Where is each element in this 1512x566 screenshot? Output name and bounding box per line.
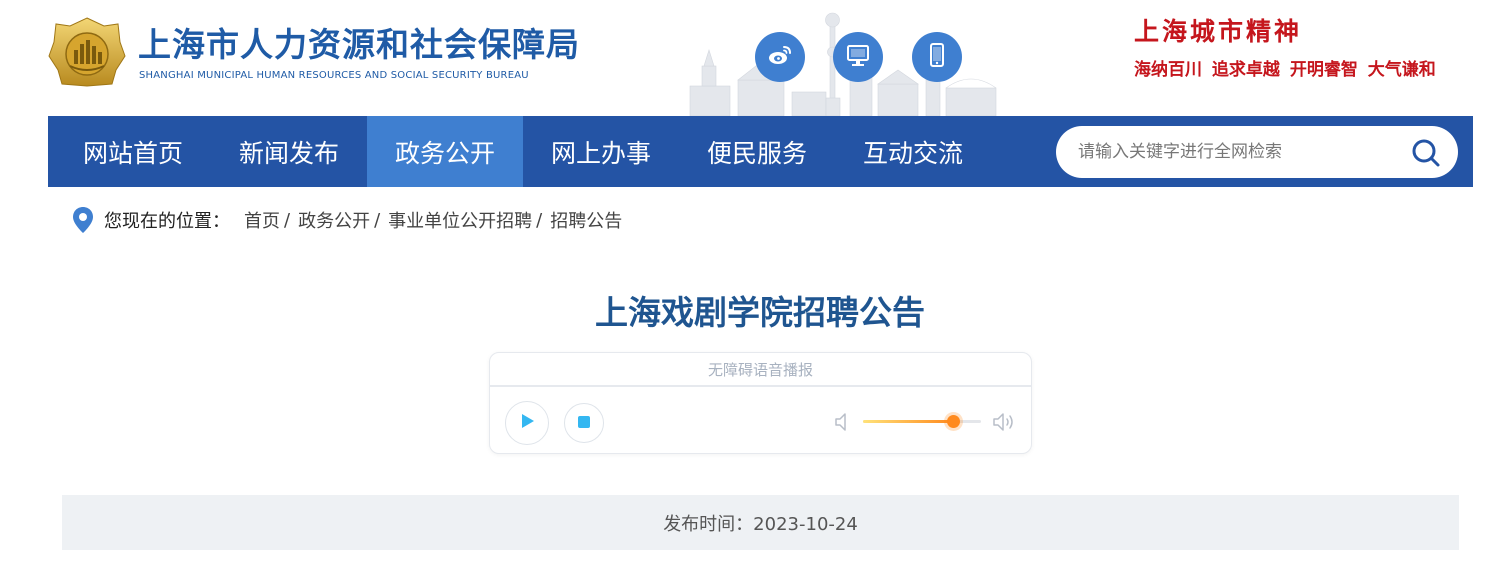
site-subtitle: SHANGHAI MUNICIPAL HUMAN RESOURCES AND S… <box>139 70 529 81</box>
mobile-icon <box>923 41 951 73</box>
nav-item-public-services[interactable]: 便民服务 <box>679 116 835 187</box>
search-input[interactable] <box>1078 138 1388 166</box>
volume-low-icon[interactable] <box>833 411 853 433</box>
breadcrumb-government-affairs[interactable]: 政务公开 <box>298 207 370 233</box>
stop-button[interactable] <box>564 403 604 443</box>
play-button[interactable] <box>505 401 549 445</box>
breadcrumb-separator: / <box>536 209 543 231</box>
weibo-button[interactable] <box>755 32 805 82</box>
article-title-wrap: 上海戏剧学院招聘公告 <box>0 286 1512 334</box>
mobile-button[interactable] <box>912 32 962 82</box>
breadcrumb-separator: / <box>374 209 381 231</box>
nav-item-online-services[interactable]: 网上办事 <box>523 116 679 187</box>
site-title: 上海市人力资源和社会保障局 <box>138 25 580 64</box>
nav-item-interaction[interactable]: 互动交流 <box>835 116 991 187</box>
volume-fill <box>863 420 953 423</box>
breadcrumb-current[interactable]: 招聘公告 <box>550 207 622 233</box>
audio-player: 无障碍语音播报 <box>489 352 1032 454</box>
location-pin-icon <box>72 206 94 234</box>
desktop-icon <box>844 41 872 73</box>
breadcrumb-recruitment[interactable]: 事业单位公开招聘 <box>388 207 532 233</box>
search-button[interactable] <box>1410 137 1442 169</box>
breadcrumb-separator: / <box>284 209 291 231</box>
publish-info: 发布时间：2023-10-24 <box>62 495 1459 550</box>
volume-slider[interactable] <box>863 415 981 428</box>
nav-item-government-affairs[interactable]: 政务公开 <box>367 116 523 187</box>
publish-date: 发布时间：2023-10-24 <box>663 513 858 535</box>
stop-icon <box>577 414 591 433</box>
site-header: 上海市人力资源和社会保障局 SHANGHAI MUNICIPAL HUMAN R… <box>0 0 1512 117</box>
weibo-icon <box>766 41 794 73</box>
search-box <box>1056 126 1458 178</box>
nav-item-home[interactable]: 网站首页 <box>48 116 218 187</box>
main-nav: 网站首页 新闻发布 政务公开 网上办事 便民服务 互动交流 <box>48 116 1473 187</box>
volume-knob[interactable] <box>946 415 960 428</box>
breadcrumb-home[interactable]: 首页 <box>244 207 280 233</box>
player-title: 无障碍语音播报 <box>490 353 1031 387</box>
desktop-button[interactable] <box>833 32 883 82</box>
city-spirit-values: 海纳百川 追求卓越 开明睿智 大气谦和 <box>1134 60 1436 80</box>
search-icon <box>1410 139 1442 173</box>
article-title: 上海戏剧学院招聘公告 <box>595 293 925 332</box>
breadcrumb-label: 您现在的位置： <box>104 211 230 232</box>
play-icon <box>517 411 537 435</box>
city-spirit-title: 上海城市精神 <box>1134 17 1303 46</box>
breadcrumb: 您现在的位置： 首页 / 政务公开 / 事业单位公开招聘 / 招聘公告 <box>72 206 622 234</box>
volume-high-icon[interactable] <box>992 411 1016 433</box>
bureau-logo[interactable] <box>48 16 126 88</box>
nav-item-news[interactable]: 新闻发布 <box>211 116 367 187</box>
